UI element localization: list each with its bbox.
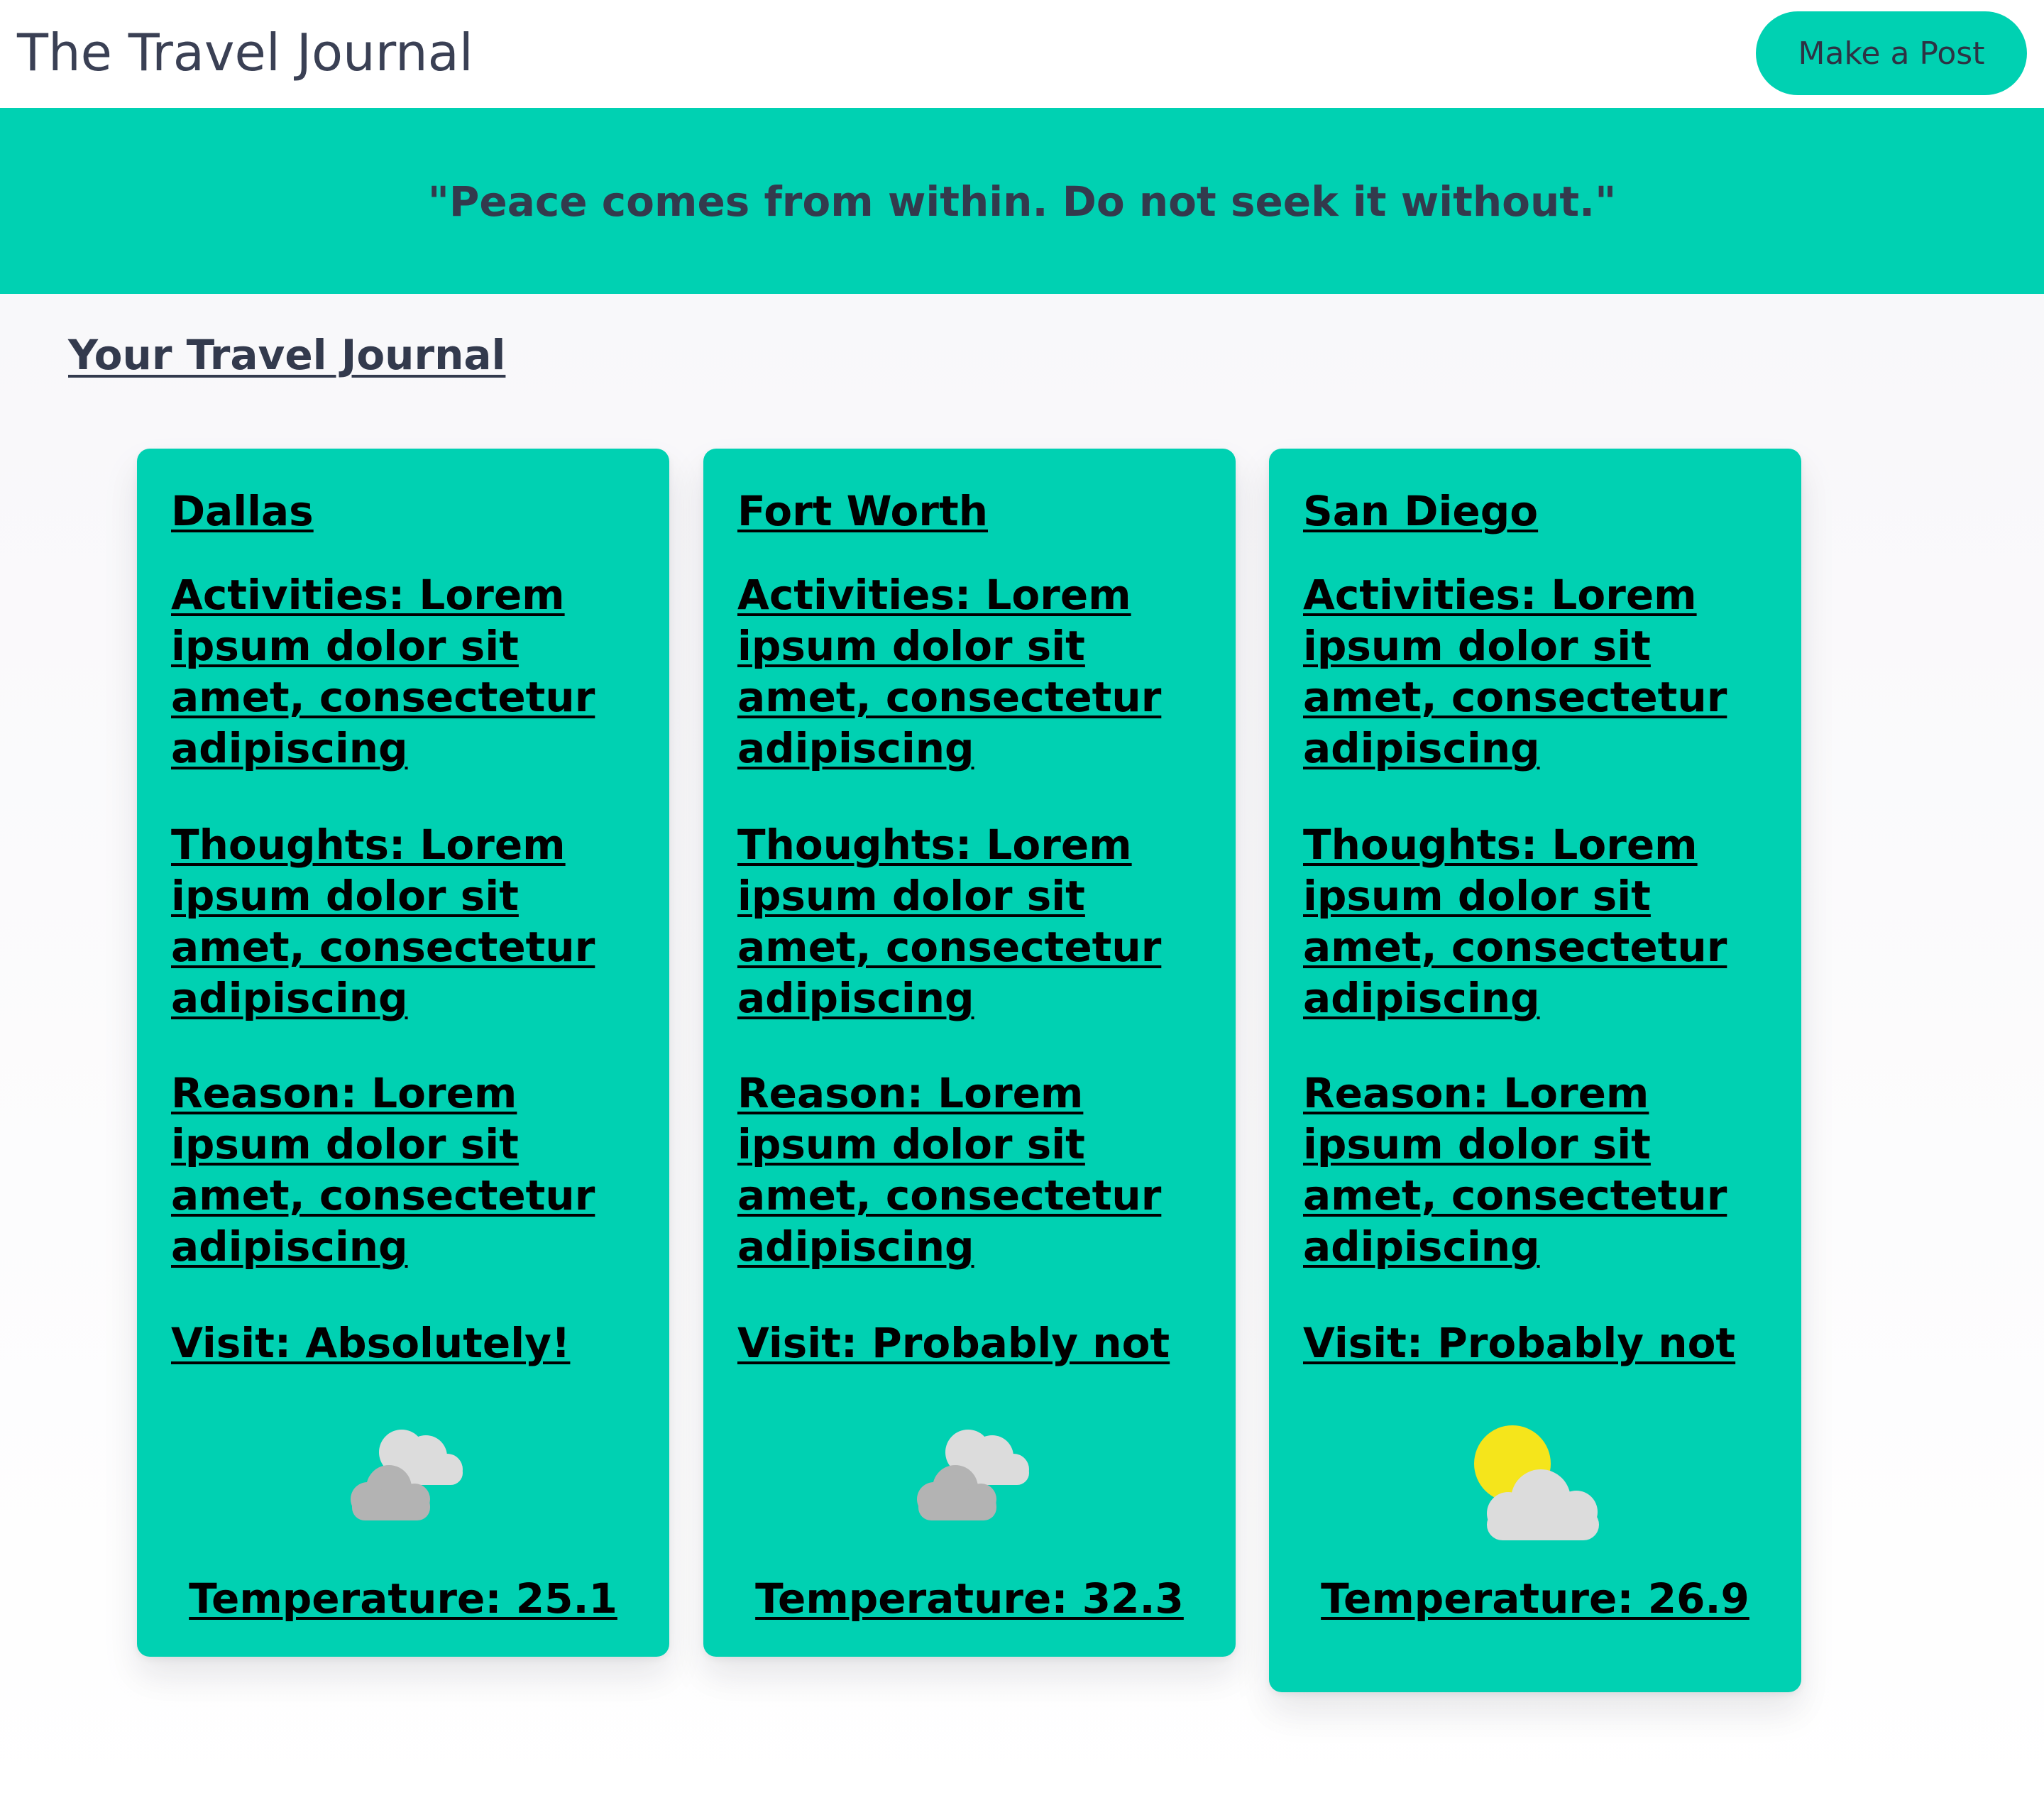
card-reason: Reason: Lorem ipsum dolor sit amet, cons… [737,1069,1162,1271]
card-reason: Reason: Lorem ipsum dolor sit amet, cons… [1303,1069,1727,1271]
top-navbar: The Travel Journal Make a Post [0,0,2044,108]
partly-cloudy-icon-graphic [1474,1425,1599,1540]
card-activities: Activities: Lorem ipsum dolor sit amet, … [171,571,595,772]
section-heading: Your Travel Journal [68,331,506,379]
cloudy-icon [137,1415,669,1550]
quote-banner: "Peace comes from within. Do not seek it… [0,108,2044,294]
make-a-post-button[interactable]: Make a Post [1756,11,2027,95]
card-visit: Visit: Probably not [1303,1319,1736,1367]
card-reason: Reason: Lorem ipsum dolor sit amet, cons… [171,1069,595,1271]
cloudy-icon-graphic [351,1430,463,1520]
card-body: San Diego Activities: Lorem ipsum dolor … [1303,486,1743,1369]
card-city: Dallas [171,487,314,535]
card-activities: Activities: Lorem ipsum dolor sit amet, … [1303,571,1727,772]
card-city: Fort Worth [737,487,989,535]
journal-card: Fort Worth Activities: Lorem ipsum dolor… [703,449,1236,1657]
card-temperature: Temperature: 26.9 [1321,1574,1749,1623]
card-thoughts: Thoughts: Lorem ipsum dolor sit amet, co… [171,821,595,1022]
card-body: Fort Worth Activities: Lorem ipsum dolor… [737,486,1177,1369]
card-visit: Visit: Probably not [737,1319,1170,1367]
journal-card: Dallas Activities: Lorem ipsum dolor sit… [137,449,669,1657]
quote-text: "Peace comes from within. Do not seek it… [427,177,1617,226]
partly-cloudy-icon [1269,1422,1801,1557]
card-thoughts: Thoughts: Lorem ipsum dolor sit amet, co… [737,821,1162,1022]
card-body: Dallas Activities: Lorem ipsum dolor sit… [171,486,611,1369]
journal-card: San Diego Activities: Lorem ipsum dolor … [1269,449,1801,1692]
card-temperature: Temperature: 32.3 [755,1574,1184,1623]
card-activities: Activities: Lorem ipsum dolor sit amet, … [737,571,1162,772]
app-title: The Travel Journal [17,23,473,82]
cloudy-icon [703,1415,1236,1550]
card-city: San Diego [1303,487,1539,535]
card-temperature: Temperature: 25.1 [189,1574,617,1623]
card-thoughts: Thoughts: Lorem ipsum dolor sit amet, co… [1303,821,1727,1022]
card-visit: Visit: Absolutely! [171,1319,571,1367]
cloudy-icon-graphic [917,1430,1029,1520]
